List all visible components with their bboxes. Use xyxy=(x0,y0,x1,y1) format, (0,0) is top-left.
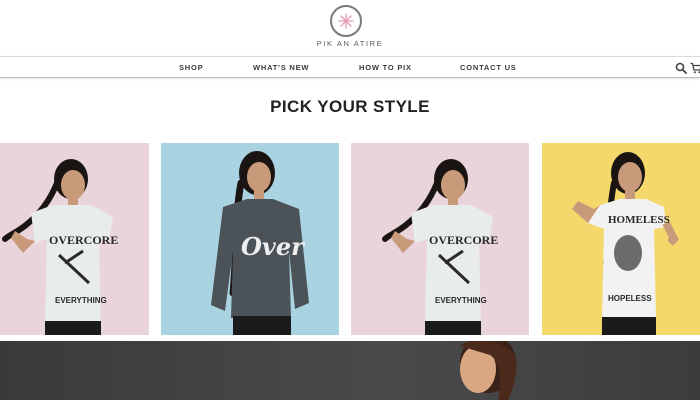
product-tile[interactable]: OVERCORE EVERYTHING xyxy=(0,143,149,335)
site-header: PIK AN ATIRE xyxy=(0,0,700,56)
shirt-print-text: HOPELESS xyxy=(608,294,652,303)
product-image: OVERCORE EVERYTHING xyxy=(0,143,149,335)
shirt-print-text: EVERYTHING xyxy=(435,296,487,305)
main-nav: SHOP WHAT'S NEW HOW TO PIX CONTACT US xyxy=(0,56,700,78)
nav-shop[interactable]: SHOP xyxy=(179,63,203,72)
product-tile[interactable]: Over xyxy=(161,143,339,335)
cart-icon[interactable] xyxy=(690,61,700,79)
product-image: OVERCORE EVERYTHING xyxy=(351,143,529,335)
product-image: HOMELESS HOPELESS xyxy=(542,143,700,335)
shirt-print-text: OVERCORE xyxy=(429,233,498,247)
shirt-print-text: Over xyxy=(241,232,306,261)
hero-banner xyxy=(0,341,700,400)
shirt-print-text: HOMELESS xyxy=(608,214,670,226)
page-heading: PICK YOUR STYLE xyxy=(270,97,430,116)
shirt-print-text: OVERCORE xyxy=(49,233,118,247)
flower-logo-icon xyxy=(338,13,354,29)
banner-image xyxy=(460,341,517,400)
nav-contact-us[interactable]: CONTACT US xyxy=(460,63,517,72)
product-tile[interactable]: OVERCORE EVERYTHING xyxy=(351,143,529,335)
product-tile[interactable]: HOMELESS HOPELESS xyxy=(542,143,700,335)
product-image: Over xyxy=(161,143,339,335)
search-icon[interactable] xyxy=(675,61,687,79)
logo[interactable] xyxy=(330,5,362,37)
shirt-print-text: EVERYTHING xyxy=(55,296,107,305)
nav-how-to-pix[interactable]: HOW TO PIX xyxy=(359,63,412,72)
brand-name: PIK AN ATIRE xyxy=(316,39,384,48)
nav-whats-new[interactable]: WHAT'S NEW xyxy=(253,63,309,72)
